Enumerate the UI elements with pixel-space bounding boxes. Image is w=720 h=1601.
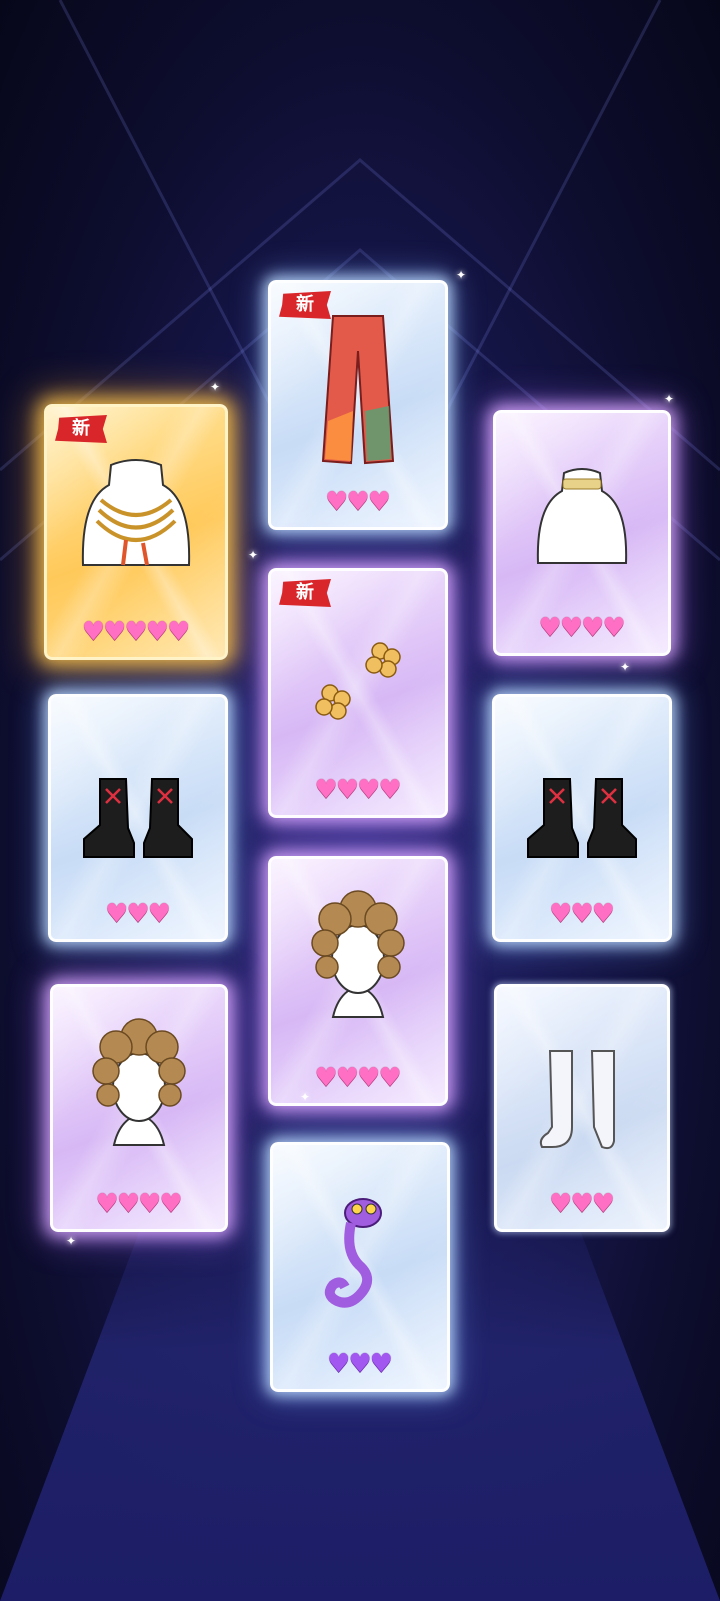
curly-hair-icon [311, 890, 405, 1018]
rarity-hearts: ♥♥♥ [549, 899, 615, 929]
curly-hair-icon [92, 1018, 186, 1146]
rarity-hearts: ♥♥♥♥ [95, 1189, 183, 1219]
reward-card-gold-necklace[interactable]: 新 ♥♥♥♥♥ [44, 404, 228, 660]
new-badge: 新 [279, 579, 331, 607]
red-pants-icon [321, 315, 395, 465]
new-badge: 新 [55, 415, 107, 443]
rarity-hearts: ♥♥♥ [105, 899, 171, 929]
reward-card-curly-hair-center[interactable]: ♥♥♥♥ [268, 856, 448, 1106]
reward-card-platform-boots-left[interactable]: ♥♥♥ [48, 694, 228, 942]
sparkle-icon: ✦ [300, 1090, 311, 1104]
socks-icon [539, 1050, 615, 1150]
rarity-hearts: ♥♥♥♥ [314, 1063, 402, 1093]
sparkle-icon: ✦ [456, 268, 467, 282]
reward-screen: { "badge_new": "新", "colors": { "heart_p… [0, 0, 720, 1601]
rarity-hearts: ♥♥♥ [549, 1189, 615, 1219]
reward-card-curly-hair-left[interactable]: ♥♥♥♥ [50, 984, 228, 1232]
reward-card-chameleon[interactable]: ♥♥♥ [270, 1142, 450, 1392]
sparkle-icon: ✦ [664, 392, 675, 406]
reward-card-socks[interactable]: ♥♥♥ [494, 984, 670, 1232]
gold-necklace-icon [81, 459, 191, 566]
reward-card-platform-boots-right[interactable]: ♥♥♥ [492, 694, 672, 942]
flower-earrings-icon [315, 642, 401, 720]
choker-icon [536, 468, 628, 564]
sparkle-icon: ✦ [66, 1234, 77, 1248]
sparkle-icon: ✦ [248, 548, 259, 562]
sparkle-icon: ✦ [620, 660, 631, 674]
reward-card-flower-earrings[interactable]: 新 ♥♥♥♥ [268, 568, 448, 818]
new-badge: 新 [279, 291, 331, 319]
chameleon-icon [324, 1198, 382, 1308]
reward-card-red-pants[interactable]: 新 ♥♥♥ [268, 280, 448, 530]
reward-card-choker[interactable]: ♥♥♥♥ [493, 410, 671, 656]
platform-boots-icon [527, 778, 637, 858]
platform-boots-icon [83, 778, 193, 858]
rarity-hearts: ♥♥♥♥ [538, 613, 626, 643]
rarity-hearts: ♥♥♥ [325, 487, 391, 517]
rarity-hearts: ♥♥♥♥♥ [81, 617, 191, 647]
rarity-hearts: ♥♥♥♥ [314, 775, 402, 805]
rarity-hearts: ♥♥♥ [327, 1349, 393, 1379]
sparkle-icon: ✦ [210, 380, 221, 394]
